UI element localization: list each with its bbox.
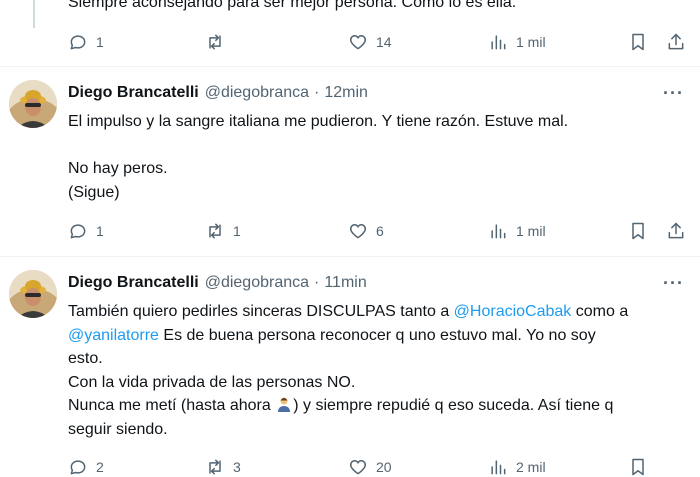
tweet-text-segment: ) y siempre repudié q eso suceda. Así ti… (293, 397, 614, 414)
reply-button[interactable]: 2 (68, 457, 104, 477)
retweet-icon (209, 223, 221, 239)
reply-button[interactable]: 1 (68, 221, 104, 241)
retweet-button[interactable]: 1 (205, 221, 241, 241)
bookmark-button[interactable] (628, 457, 648, 477)
views-icon (491, 460, 506, 475)
avatar[interactable] (9, 80, 57, 128)
views-button[interactable]: 1 mil (488, 32, 546, 52)
tweet-text-segment: como a (571, 303, 629, 320)
tweet-text-segment: Es de buena persona reconocer q uno estu… (158, 326, 596, 344)
share-button[interactable] (666, 221, 686, 241)
retweet-count: 3 (233, 459, 241, 475)
person-shrugging-emoji-icon (278, 397, 291, 412)
bookmark-icon (632, 33, 644, 51)
author-name[interactable]: Diego Brancatelli (68, 84, 199, 102)
tweet-line: seguir siendo. (68, 420, 168, 438)
tweet-actions: 2 3 20 2 mil (68, 457, 688, 477)
views-count: 2 mil (516, 459, 546, 475)
bookmark-icon (632, 458, 644, 476)
like-count: 6 (376, 223, 384, 239)
reply-count: 1 (96, 223, 104, 239)
like-button[interactable]: 20 (348, 457, 392, 477)
tweet-text-segment: Nunca me metí (hasta ahora (68, 397, 276, 414)
retweet-icon (209, 459, 221, 475)
retweet-count: 1 (233, 223, 241, 239)
views-icon (491, 224, 506, 239)
views-icon (491, 35, 506, 50)
tweet-text: Siempre aconsejando para ser mejor perso… (68, 0, 517, 11)
share-icon (668, 33, 684, 50)
reply-count: 1 (96, 34, 104, 50)
retweet-button[interactable]: 3 (205, 457, 241, 477)
views-button[interactable]: 2 mil (488, 457, 546, 477)
tweet[interactable]: Diego Brancatelli @diegobranca · 12min ·… (0, 67, 700, 264)
tweet-text-segment: También quiero pedirles sinceras DISCULP… (68, 303, 454, 320)
tweet-line: No hay peros. (68, 160, 168, 177)
retweet-icon (209, 34, 221, 50)
author-handle[interactable]: @diegobranca (205, 274, 309, 292)
tweet-line: Nunca me metí (hasta ahora ) y siempre r… (68, 394, 678, 418)
share-button[interactable] (666, 32, 686, 52)
thread-line-top (33, 0, 35, 28)
tweet-line: esto. (68, 350, 103, 367)
tweet-line: También quiero pedirles sinceras DISCULP… (68, 300, 678, 324)
reply-icon (70, 224, 86, 239)
tweet-line: El impulso y la sangre italiana me pudie… (68, 113, 569, 130)
like-button[interactable]: 14 (348, 32, 392, 52)
tweet-time[interactable]: 12min (324, 84, 368, 102)
reply-icon (70, 35, 86, 50)
separator-dot: · (314, 274, 320, 291)
tweet-line (68, 134, 678, 158)
heart-icon (349, 460, 367, 475)
tweet-header: Diego Brancatelli @diegobranca · 12min (68, 84, 368, 102)
reply-icon (70, 460, 86, 475)
like-count: 14 (376, 34, 392, 50)
tweet-time[interactable]: 11min (324, 274, 366, 292)
tweet[interactable]: Diego Brancatelli @diegobranca · 11min ·… (0, 257, 700, 476)
reply-button[interactable]: 1 (68, 32, 104, 52)
heart-icon (349, 35, 367, 50)
mention-link[interactable]: @HoracioCabak (454, 303, 572, 320)
bookmark-button[interactable] (628, 221, 648, 241)
more-options-icon[interactable]: ··· (663, 273, 684, 294)
separator-dot: · (314, 84, 320, 101)
reply-count: 2 (96, 459, 104, 475)
author-handle[interactable]: @diegobranca (205, 84, 309, 102)
like-count: 20 (376, 459, 392, 475)
share-icon (668, 222, 684, 239)
avatar-image (9, 270, 57, 318)
tweet-header: Diego Brancatelli @diegobranca · 11min (68, 274, 367, 292)
like-button[interactable]: 6 (348, 221, 384, 241)
views-count: 1 mil (516, 34, 546, 50)
tweet-line: (Sigue) (68, 183, 120, 201)
tweet-text: El impulso y la sangre italiana me pudie… (68, 110, 678, 204)
more-options-icon[interactable]: ··· (663, 83, 684, 104)
avatar[interactable] (9, 270, 57, 318)
views-button[interactable]: 1 mil (488, 221, 546, 241)
bookmark-icon (632, 222, 644, 240)
author-name[interactable]: Diego Brancatelli (68, 274, 199, 292)
avatar-image (9, 80, 57, 128)
heart-icon (349, 224, 367, 239)
tweet-actions: 1 1 6 1 mil (68, 221, 688, 241)
retweet-button[interactable] (205, 32, 225, 52)
mention-link[interactable]: @yanilatorre (68, 327, 159, 344)
tweet-line: Con la vida privada de las personas NO. (68, 373, 356, 391)
bookmark-button[interactable] (628, 32, 648, 52)
views-count: 1 mil (516, 223, 546, 239)
tweet-line: @yanilatorre Es de buena persona reconoc… (68, 324, 678, 348)
tweet-text: También quiero pedirles sinceras DISCULP… (68, 300, 678, 441)
tweet-actions: 1 14 1 mil (68, 32, 688, 52)
